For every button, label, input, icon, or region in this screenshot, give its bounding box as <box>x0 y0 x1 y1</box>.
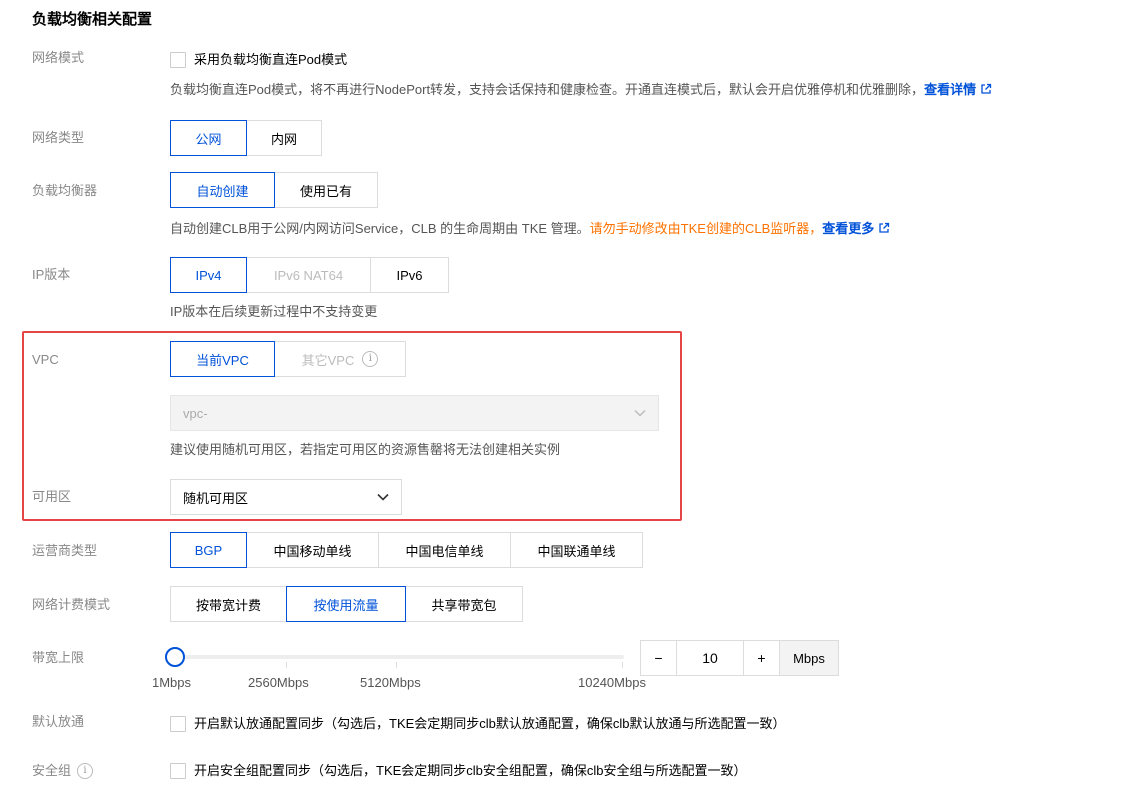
slider-tick <box>622 662 623 668</box>
isp-bgp[interactable]: BGP <box>170 532 247 568</box>
vpc-current[interactable]: 当前VPC <box>170 341 275 377</box>
isp-china-mobile[interactable]: 中国移动单线 <box>246 532 379 568</box>
view-details-link[interactable]: 查看详情 <box>924 82 976 97</box>
security-group-row[interactable]: 开启安全组配置同步（勾选后，TKE会定期同步clb安全组配置，确保clb安全组与… <box>170 761 747 781</box>
vpc-other-label: 其它VPC <box>301 352 355 368</box>
chevron-down-icon <box>377 493 389 501</box>
network-mode-desc-text: 负载均衡直连Pod模式，将不再进行NodePort转发，支持会话保持和健康检查。… <box>170 82 925 97</box>
direct-pod-checkbox-label: 采用负载均衡直连Pod模式 <box>194 52 348 67</box>
default-allow-checkbox-label: 开启默认放通配置同步（勾选后，TKE会定期同步clb默认放通配置，确保clb默认… <box>194 716 786 731</box>
ip-version-ipv4[interactable]: IPv4 <box>170 257 247 293</box>
info-icon[interactable]: i <box>77 763 94 779</box>
ip-version-ipv6-nat64: IPv6 NAT64 <box>246 257 371 293</box>
direct-pod-checkbox-row[interactable]: 采用负载均衡直连Pod模式 <box>170 50 347 70</box>
billing-by-traffic[interactable]: 按使用流量 <box>286 586 406 622</box>
network-type-label: 网络类型 <box>32 130 85 145</box>
network-mode-label: 网络模式 <box>32 50 85 65</box>
isp-china-unicom[interactable]: 中国联通单线 <box>510 532 643 568</box>
ip-version-label: IP版本 <box>32 267 71 282</box>
direct-pod-checkbox[interactable] <box>170 52 186 68</box>
billing-mode-label: 网络计费模式 <box>32 597 111 612</box>
network-type-private[interactable]: 内网 <box>246 120 322 156</box>
default-allow-checkbox[interactable] <box>170 716 186 732</box>
zone-select[interactable]: 随机可用区 <box>170 479 402 515</box>
zone-label: 可用区 <box>32 489 72 504</box>
load-balancer-segment: 自动创建 使用已有 <box>170 172 378 208</box>
load-balancer-desc-text: 自动创建CLB用于公网/内网访问Service，CLB 的生命周期由 TKE 管… <box>170 221 590 236</box>
bandwidth-label: 带宽上限 <box>32 650 85 665</box>
bandwidth-unit: Mbps <box>779 640 839 676</box>
ip-version-desc: IP版本在后续更新过程中不支持变更 <box>170 304 378 319</box>
default-allow-label: 默认放通 <box>32 714 85 729</box>
ip-version-segment: IPv4 IPv6 NAT64 IPv6 <box>170 257 449 293</box>
vpc-desc: 建议使用随机可用区，若指定可用区的资源售罄将无法创建相关实例 <box>170 442 561 457</box>
bandwidth-slider-track[interactable] <box>174 655 624 659</box>
network-type-public[interactable]: 公网 <box>170 120 247 156</box>
isp-china-telecom[interactable]: 中国电信单线 <box>378 532 511 568</box>
vpc-segment: 当前VPC 其它VPC i <box>170 341 406 377</box>
zone-select-value: 随机可用区 <box>183 490 249 506</box>
network-type-segment: 公网 内网 <box>170 120 322 156</box>
slider-tick <box>396 662 397 668</box>
view-more-link[interactable]: 查看更多 <box>822 221 874 236</box>
tick-label-2560: 2560Mbps <box>248 675 309 690</box>
slider-tick <box>286 662 287 668</box>
bandwidth-input[interactable]: 10 <box>676 640 744 676</box>
bandwidth-slider-handle[interactable] <box>165 647 185 667</box>
security-group-checkbox[interactable] <box>170 763 186 779</box>
external-link-icon <box>981 83 992 94</box>
load-balancer-label: 负载均衡器 <box>32 183 98 198</box>
vpc-other: 其它VPC i <box>274 341 406 377</box>
lb-auto-create[interactable]: 自动创建 <box>170 172 275 208</box>
billing-mode-segment: 按带宽计费 按使用流量 共享带宽包 <box>170 586 523 622</box>
isp-type-label: 运营商类型 <box>32 543 98 558</box>
billing-shared-package[interactable]: 共享带宽包 <box>405 586 523 622</box>
network-mode-desc: 负载均衡直连Pod模式，将不再进行NodePort转发，支持会话保持和健康检查。… <box>170 80 992 100</box>
load-balancer-warning: 请勿手动修改由TKE创建的CLB监听器， <box>589 221 823 236</box>
ip-version-ipv6[interactable]: IPv6 <box>370 257 449 293</box>
security-group-label: 安全组 <box>32 763 72 778</box>
vpc-select: vpc- <box>170 395 659 431</box>
info-icon[interactable]: i <box>362 351 379 367</box>
vpc-select-value: vpc- <box>183 405 208 421</box>
chevron-down-icon <box>634 409 646 417</box>
tick-label-5120: 5120Mbps <box>360 675 421 690</box>
isp-type-segment: BGP 中国移动单线 中国电信单线 中国联通单线 <box>170 532 643 568</box>
bandwidth-stepper: − 10 + Mbps <box>640 640 839 676</box>
default-allow-row[interactable]: 开启默认放通配置同步（勾选后，TKE会定期同步clb默认放通配置，确保clb默认… <box>170 714 786 734</box>
tick-label-max: 10240Mbps <box>578 675 646 690</box>
security-group-checkbox-label: 开启安全组配置同步（勾选后，TKE会定期同步clb安全组配置，确保clb安全组与… <box>194 763 747 778</box>
vpc-label: VPC <box>32 352 59 367</box>
security-group-label-row: 安全组 i <box>32 761 94 781</box>
tick-label-min: 1Mbps <box>152 675 192 690</box>
billing-by-bandwidth[interactable]: 按带宽计费 <box>170 586 287 622</box>
increment-button[interactable]: + <box>743 640 780 676</box>
external-link-icon <box>879 222 890 233</box>
load-balancer-desc: 自动创建CLB用于公网/内网访问Service，CLB 的生命周期由 TKE 管… <box>170 219 890 239</box>
section-title: 负载均衡相关配置 <box>32 11 153 28</box>
lb-use-existing[interactable]: 使用已有 <box>274 172 378 208</box>
decrement-button[interactable]: − <box>640 640 677 676</box>
